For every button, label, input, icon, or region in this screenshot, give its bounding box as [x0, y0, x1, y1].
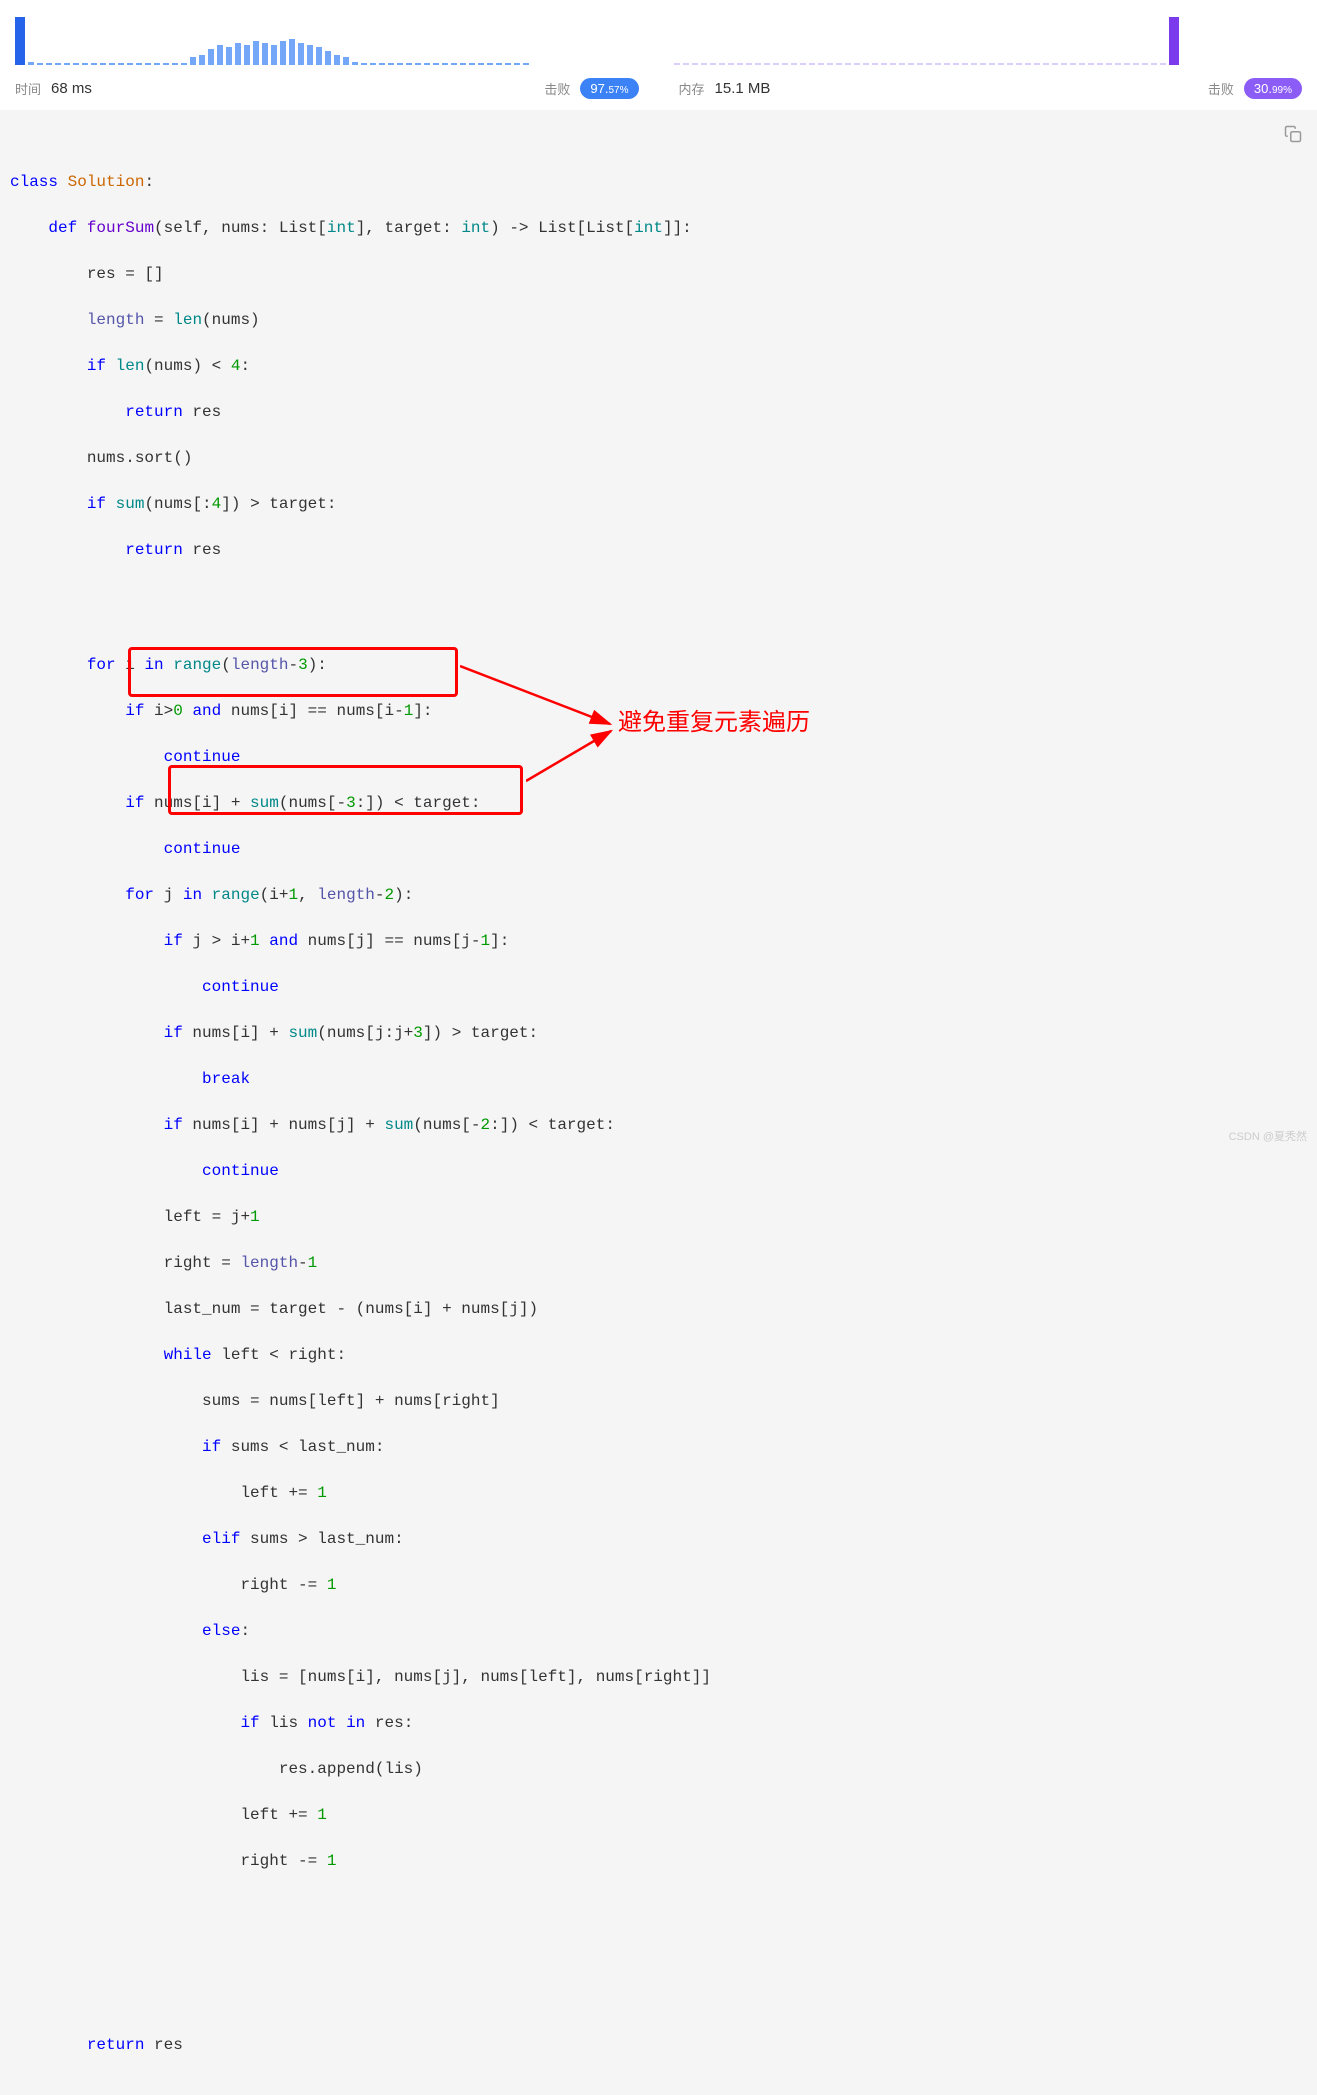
arrow-2 — [526, 726, 621, 786]
arrow-1 — [460, 656, 620, 736]
memory-chart — [674, 10, 1303, 70]
memory-label: 内存 — [679, 79, 705, 98]
memory-value: 15.1 MB — [715, 80, 771, 97]
time-label: 时间 — [15, 79, 41, 98]
highlight-box-2 — [168, 765, 523, 815]
runtime-chart — [15, 10, 644, 70]
distribution-charts — [15, 10, 1302, 70]
annotation-text: 避免重复元素遍历 — [618, 711, 810, 734]
highlight-box-1 — [128, 647, 458, 697]
beats-badge-2: 30.99% — [1244, 78, 1302, 99]
copy-icon[interactable] — [1284, 125, 1302, 143]
time-value: 68 ms — [51, 80, 92, 97]
watermark: CSDN @夏秃然 — [1229, 1128, 1307, 1144]
stats-row: 时间 68 ms 击败 97.57% 内存 15.1 MB 击败 30.99% — [15, 70, 1302, 99]
beats-badge-1: 97.57% — [580, 78, 638, 99]
beats-label-1: 击败 — [544, 79, 570, 98]
code-block: class Solution: def fourSum(self, nums: … — [0, 110, 1317, 2095]
stats-header: 时间 68 ms 击败 97.57% 内存 15.1 MB 击败 30.99% — [0, 0, 1317, 110]
beats-label-2: 击败 — [1208, 79, 1234, 98]
